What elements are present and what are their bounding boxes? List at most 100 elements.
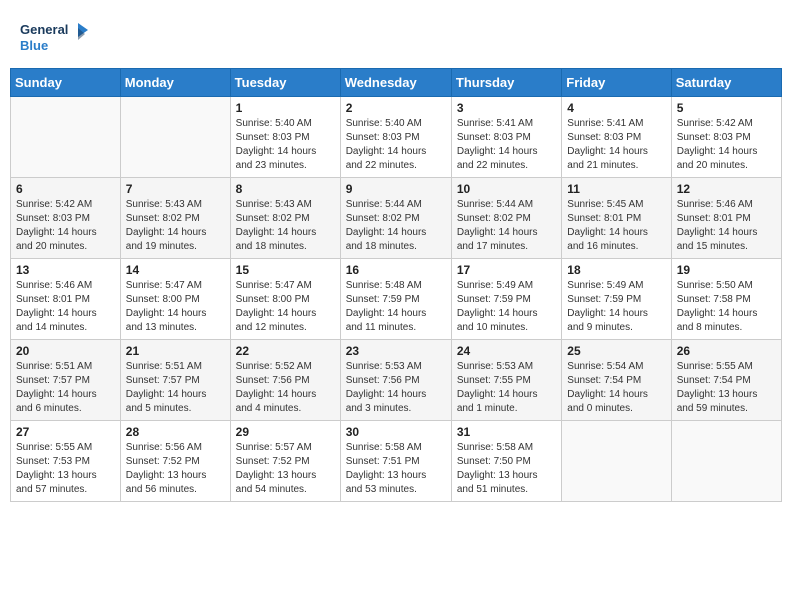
day-info: Sunrise: 5:41 AM Sunset: 8:03 PM Dayligh… bbox=[567, 117, 665, 173]
day-info: Sunrise: 5:58 AM Sunset: 7:50 PM Dayligh… bbox=[457, 441, 556, 497]
day-number: 29 bbox=[236, 425, 335, 439]
day-info: Sunrise: 5:40 AM Sunset: 8:03 PM Dayligh… bbox=[236, 117, 335, 173]
calendar-cell: 16Sunrise: 5:48 AM Sunset: 7:59 PM Dayli… bbox=[340, 259, 451, 340]
day-number: 15 bbox=[236, 263, 335, 277]
day-number: 28 bbox=[126, 425, 225, 439]
day-number: 24 bbox=[457, 344, 556, 358]
weekday-header-row: SundayMondayTuesdayWednesdayThursdayFrid… bbox=[11, 69, 782, 97]
calendar-cell: 31 Sunrise: 5:58 AM Sunset: 7:50 PM Dayli… bbox=[451, 421, 561, 502]
calendar-cell: 9 Sunrise: 5:44 AM Sunset: 8:02 PM Daylig… bbox=[340, 178, 451, 259]
day-number: 8 bbox=[236, 182, 335, 196]
day-number: 22 bbox=[236, 344, 335, 358]
calendar-cell: 12Sunrise: 5:46 AM Sunset: 8:01 PM Dayli… bbox=[671, 178, 781, 259]
day-number: 10 bbox=[457, 182, 556, 196]
calendar-cell: 27 Sunrise: 5:55 AM Sunset: 7:53 PM Dayli… bbox=[11, 421, 121, 502]
calendar-cell: 29Sunrise: 5:57 AM Sunset: 7:52 PM Dayli… bbox=[230, 421, 340, 502]
weekday-header-saturday: Saturday bbox=[671, 69, 781, 97]
calendar-week-2: 6 Sunrise: 5:42 AM Sunset: 8:03 PM Daylig… bbox=[11, 178, 782, 259]
day-number: 14 bbox=[126, 263, 225, 277]
day-number: 19 bbox=[677, 263, 776, 277]
day-info: Sunrise: 5:47 AM Sunset: 8:00 PM Dayligh… bbox=[236, 279, 335, 335]
weekday-header-sunday: Sunday bbox=[11, 69, 121, 97]
day-info: Sunrise: 5:47 AM Sunset: 8:00 PM Dayligh… bbox=[126, 279, 225, 335]
calendar-week-5: 27 Sunrise: 5:55 AM Sunset: 7:53 PM Dayli… bbox=[11, 421, 782, 502]
day-number: 21 bbox=[126, 344, 225, 358]
calendar-cell: 15 Sunrise: 5:47 AM Sunset: 8:00 PM Dayli… bbox=[230, 259, 340, 340]
calendar-cell: 14 Sunrise: 5:47 AM Sunset: 8:00 PM Dayli… bbox=[120, 259, 230, 340]
svg-text:Blue: Blue bbox=[20, 38, 48, 53]
calendar-cell: 25 Sunrise: 5:54 AM Sunset: 7:54 PM Dayli… bbox=[562, 340, 671, 421]
day-number: 31 bbox=[457, 425, 556, 439]
day-number: 1 bbox=[236, 101, 335, 115]
calendar-cell: 10 Sunrise: 5:44 AM Sunset: 8:02 PM Dayli… bbox=[451, 178, 561, 259]
day-info: Sunrise: 5:55 AM Sunset: 7:54 PM Dayligh… bbox=[677, 360, 776, 416]
day-number: 16 bbox=[346, 263, 446, 277]
day-info: Sunrise: 5:58 AM Sunset: 7:51 PM Dayligh… bbox=[346, 441, 446, 497]
calendar-cell: 8Sunrise: 5:43 AM Sunset: 8:02 PM Daylig… bbox=[230, 178, 340, 259]
day-number: 20 bbox=[16, 344, 115, 358]
weekday-header-tuesday: Tuesday bbox=[230, 69, 340, 97]
calendar-cell: 17 Sunrise: 5:49 AM Sunset: 7:59 PM Dayli… bbox=[451, 259, 561, 340]
logo: General Blue bbox=[20, 18, 90, 58]
calendar-cell: 7 Sunrise: 5:43 AM Sunset: 8:02 PM Daylig… bbox=[120, 178, 230, 259]
calendar-cell bbox=[562, 421, 671, 502]
calendar-table: SundayMondayTuesdayWednesdayThursdayFrid… bbox=[10, 68, 782, 502]
calendar-cell: 18Sunrise: 5:49 AM Sunset: 7:59 PM Dayli… bbox=[562, 259, 671, 340]
day-number: 3 bbox=[457, 101, 556, 115]
day-info: Sunrise: 5:51 AM Sunset: 7:57 PM Dayligh… bbox=[16, 360, 115, 416]
day-info: Sunrise: 5:42 AM Sunset: 8:03 PM Dayligh… bbox=[677, 117, 776, 173]
calendar-cell: 23Sunrise: 5:53 AM Sunset: 7:56 PM Dayli… bbox=[340, 340, 451, 421]
calendar-cell bbox=[120, 97, 230, 178]
day-info: Sunrise: 5:49 AM Sunset: 7:59 PM Dayligh… bbox=[457, 279, 556, 335]
day-info: Sunrise: 5:51 AM Sunset: 7:57 PM Dayligh… bbox=[126, 360, 225, 416]
day-number: 5 bbox=[677, 101, 776, 115]
day-number: 9 bbox=[346, 182, 446, 196]
calendar-cell: 21 Sunrise: 5:51 AM Sunset: 7:57 PM Dayli… bbox=[120, 340, 230, 421]
calendar-cell: 24Sunrise: 5:53 AM Sunset: 7:55 PM Dayli… bbox=[451, 340, 561, 421]
weekday-header-monday: Monday bbox=[120, 69, 230, 97]
day-info: Sunrise: 5:52 AM Sunset: 7:56 PM Dayligh… bbox=[236, 360, 335, 416]
calendar-cell: 13 Sunrise: 5:46 AM Sunset: 8:01 PM Dayli… bbox=[11, 259, 121, 340]
day-number: 11 bbox=[567, 182, 665, 196]
day-info: Sunrise: 5:55 AM Sunset: 7:53 PM Dayligh… bbox=[16, 441, 115, 497]
day-number: 13 bbox=[16, 263, 115, 277]
calendar-week-3: 13 Sunrise: 5:46 AM Sunset: 8:01 PM Dayli… bbox=[11, 259, 782, 340]
calendar-cell bbox=[671, 421, 781, 502]
calendar-cell: 6 Sunrise: 5:42 AM Sunset: 8:03 PM Daylig… bbox=[11, 178, 121, 259]
day-info: Sunrise: 5:53 AM Sunset: 7:56 PM Dayligh… bbox=[346, 360, 446, 416]
weekday-header-thursday: Thursday bbox=[451, 69, 561, 97]
day-info: Sunrise: 5:42 AM Sunset: 8:03 PM Dayligh… bbox=[16, 198, 115, 254]
page-header: General Blue bbox=[10, 10, 782, 62]
day-info: Sunrise: 5:40 AM Sunset: 8:03 PM Dayligh… bbox=[346, 117, 446, 173]
calendar-cell: 3 Sunrise: 5:41 AM Sunset: 8:03 PM Daylig… bbox=[451, 97, 561, 178]
calendar-cell: 20 Sunrise: 5:51 AM Sunset: 7:57 PM Dayli… bbox=[11, 340, 121, 421]
calendar-cell: 5 Sunrise: 5:42 AM Sunset: 8:03 PM Daylig… bbox=[671, 97, 781, 178]
day-info: Sunrise: 5:46 AM Sunset: 8:01 PM Dayligh… bbox=[677, 198, 776, 254]
day-info: Sunrise: 5:44 AM Sunset: 8:02 PM Dayligh… bbox=[457, 198, 556, 254]
calendar-cell: 28 Sunrise: 5:56 AM Sunset: 7:52 PM Dayli… bbox=[120, 421, 230, 502]
logo-svg: General Blue bbox=[20, 18, 90, 58]
day-info: Sunrise: 5:44 AM Sunset: 8:02 PM Dayligh… bbox=[346, 198, 446, 254]
day-number: 27 bbox=[16, 425, 115, 439]
day-number: 4 bbox=[567, 101, 665, 115]
day-info: Sunrise: 5:46 AM Sunset: 8:01 PM Dayligh… bbox=[16, 279, 115, 335]
day-info: Sunrise: 5:56 AM Sunset: 7:52 PM Dayligh… bbox=[126, 441, 225, 497]
calendar-cell: 22 Sunrise: 5:52 AM Sunset: 7:56 PM Dayli… bbox=[230, 340, 340, 421]
svg-text:General: General bbox=[20, 22, 68, 37]
calendar-cell: 2Sunrise: 5:40 AM Sunset: 8:03 PM Daylig… bbox=[340, 97, 451, 178]
day-number: 7 bbox=[126, 182, 225, 196]
day-number: 17 bbox=[457, 263, 556, 277]
calendar-cell: 19 Sunrise: 5:50 AM Sunset: 7:58 PM Dayli… bbox=[671, 259, 781, 340]
day-number: 26 bbox=[677, 344, 776, 358]
calendar-cell: 1 Sunrise: 5:40 AM Sunset: 8:03 PM Daylig… bbox=[230, 97, 340, 178]
calendar-cell: 26 Sunrise: 5:55 AM Sunset: 7:54 PM Dayli… bbox=[671, 340, 781, 421]
calendar-week-4: 20 Sunrise: 5:51 AM Sunset: 7:57 PM Dayli… bbox=[11, 340, 782, 421]
calendar-cell: 30Sunrise: 5:58 AM Sunset: 7:51 PM Dayli… bbox=[340, 421, 451, 502]
day-info: Sunrise: 5:50 AM Sunset: 7:58 PM Dayligh… bbox=[677, 279, 776, 335]
day-number: 25 bbox=[567, 344, 665, 358]
day-info: Sunrise: 5:43 AM Sunset: 8:02 PM Dayligh… bbox=[126, 198, 225, 254]
day-info: Sunrise: 5:54 AM Sunset: 7:54 PM Dayligh… bbox=[567, 360, 665, 416]
day-info: Sunrise: 5:41 AM Sunset: 8:03 PM Dayligh… bbox=[457, 117, 556, 173]
day-number: 6 bbox=[16, 182, 115, 196]
day-number: 18 bbox=[567, 263, 665, 277]
